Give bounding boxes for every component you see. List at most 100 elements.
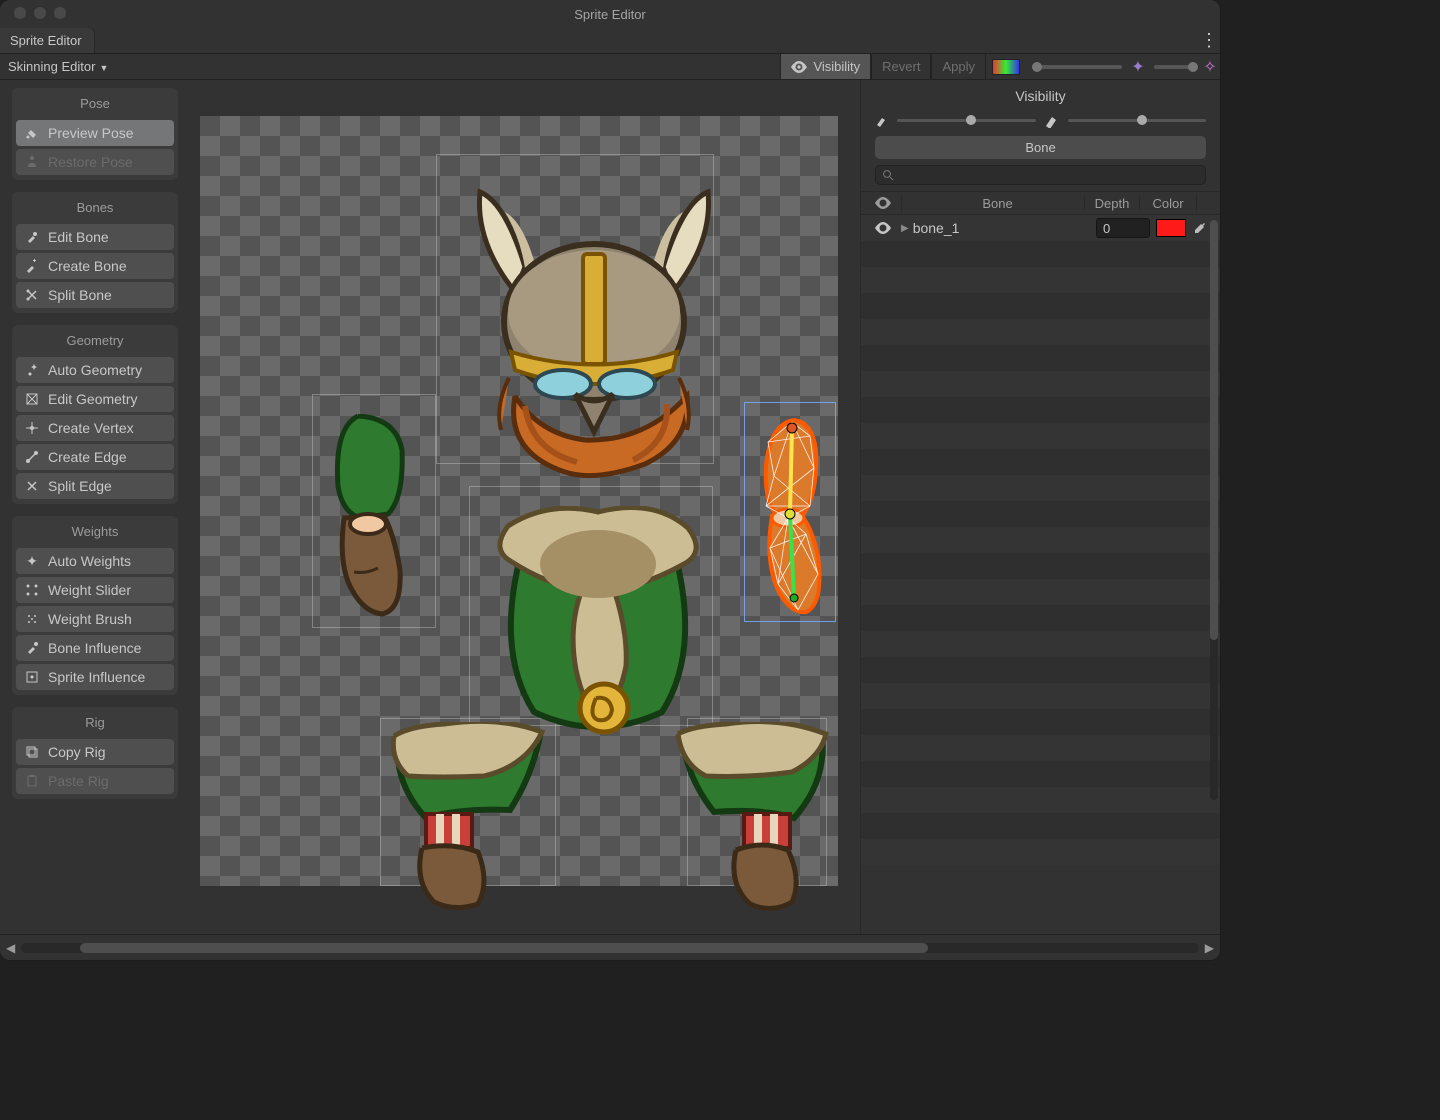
- sprite-torso: [488, 506, 708, 742]
- edit-geometry-button[interactable]: Edit Geometry: [16, 386, 174, 412]
- button-label: Create Edge: [48, 449, 127, 465]
- vertical-scrollbar[interactable]: [1210, 220, 1218, 800]
- paste-icon: [24, 773, 40, 789]
- button-label: Weight Slider: [48, 582, 131, 598]
- mode-dropdown[interactable]: Skinning Editor ▼: [0, 54, 116, 79]
- eyedropper-icon[interactable]: [1192, 221, 1206, 235]
- toolbar: Skinning Editor ▼ Visibility Revert Appl…: [0, 54, 1220, 80]
- copy-rig-button[interactable]: Copy Rig: [16, 739, 174, 765]
- preview-pose-button[interactable]: Preview Pose: [16, 120, 174, 146]
- expand-icon[interactable]: ▶: [901, 223, 909, 234]
- canvas-viewport[interactable]: [188, 80, 860, 934]
- button-label: Edit Bone: [48, 229, 109, 245]
- close-icon[interactable]: [14, 7, 26, 19]
- group-header: Bones: [14, 194, 176, 221]
- sprite-influence-button[interactable]: Sprite Influence: [16, 664, 174, 690]
- bone-toggle-icon[interactable]: ✦: [1128, 57, 1148, 77]
- button-label: Preview Pose: [48, 125, 134, 141]
- pose-icon: [24, 125, 40, 141]
- button-label: Split Edge: [48, 478, 112, 494]
- group-geometry: Geometry Auto Geometry Edit Geometry Cre…: [12, 325, 178, 504]
- edit-bone-button[interactable]: Edit Bone: [16, 224, 174, 250]
- edge-icon: [24, 449, 40, 465]
- group-header: Geometry: [14, 327, 176, 354]
- eye-icon: [791, 61, 807, 73]
- revert-button[interactable]: Revert: [871, 54, 931, 79]
- eye-column-icon[interactable]: [875, 197, 901, 209]
- button-label: Copy Rig: [48, 744, 106, 760]
- copy-icon: [24, 744, 40, 760]
- bone-list: ▶ bone_1: [861, 215, 1220, 934]
- mesh-icon: [24, 391, 40, 407]
- group-rig: Rig Copy Rig Paste Rig: [12, 707, 178, 799]
- titlebar: Sprite Editor: [0, 0, 1220, 28]
- opacity-slider[interactable]: [1032, 65, 1122, 69]
- button-label: Auto Weights: [48, 553, 131, 569]
- wand-icon: [24, 362, 40, 378]
- auto-weights-button[interactable]: ✦ Auto Weights: [16, 548, 174, 574]
- restore-pose-button[interactable]: Restore Pose: [16, 149, 174, 175]
- sparkle-icon: ✦: [24, 553, 40, 569]
- brush-icon: [24, 611, 40, 627]
- scroll-left-icon[interactable]: ◀: [6, 941, 15, 955]
- group-header: Weights: [14, 518, 176, 545]
- color-spectrum-icon[interactable]: [992, 59, 1020, 75]
- split-bone-button[interactable]: Split Bone: [16, 282, 174, 308]
- bone-opacity-slider[interactable]: [1154, 65, 1194, 69]
- sprite-left-leg: [390, 722, 550, 912]
- tab-label: Sprite Editor: [10, 33, 82, 48]
- create-edge-button[interactable]: Create Edge: [16, 444, 174, 470]
- button-label: Weight Brush: [48, 611, 132, 627]
- tab-sprite-editor[interactable]: Sprite Editor: [0, 28, 95, 53]
- bone-influence-button[interactable]: Bone Influence: [16, 635, 174, 661]
- column-color[interactable]: Color: [1140, 196, 1196, 211]
- depth-input[interactable]: [1096, 218, 1150, 238]
- search-input[interactable]: [875, 165, 1206, 185]
- button-label: Restore Pose: [48, 154, 133, 170]
- button-label: Bone Influence: [48, 640, 141, 656]
- button-label: Sprite Influence: [48, 669, 145, 685]
- column-depth[interactable]: Depth: [1084, 196, 1140, 211]
- button-label: Split Bone: [48, 287, 112, 303]
- window-title: Sprite Editor: [574, 7, 646, 22]
- brush-large-icon[interactable]: [1044, 112, 1060, 128]
- panel-title: Visibility: [861, 80, 1220, 112]
- column-bone[interactable]: Bone: [911, 196, 1084, 211]
- sprite-head: [465, 172, 723, 482]
- window-controls: [14, 7, 66, 19]
- row-visibility-icon[interactable]: [875, 222, 901, 234]
- bone-name[interactable]: bone_1: [913, 220, 1096, 236]
- create-vertex-button[interactable]: Create Vertex: [16, 415, 174, 441]
- footer: ◀ ▶: [0, 934, 1220, 960]
- weight-slider-button[interactable]: Weight Slider: [16, 577, 174, 603]
- panel-tab-bone[interactable]: Bone: [875, 136, 1206, 159]
- color-swatch[interactable]: [1156, 219, 1186, 237]
- visibility-panel: Visibility Bone Bone Depth Color: [860, 80, 1220, 934]
- visibility-toggle[interactable]: Visibility: [780, 54, 871, 79]
- group-header: Rig: [14, 709, 176, 736]
- auto-geometry-button[interactable]: Auto Geometry: [16, 357, 174, 383]
- sprite-editor-window: Sprite Editor Sprite Editor ⋮ Skinning E…: [0, 0, 1220, 960]
- split-edge-button[interactable]: Split Edge: [16, 473, 174, 499]
- brush-small-icon[interactable]: [875, 113, 889, 127]
- horizontal-scrollbar[interactable]: [21, 943, 1199, 953]
- tab-options-icon[interactable]: ⋮: [1198, 28, 1220, 53]
- brush-hardness-slider[interactable]: [1068, 119, 1207, 122]
- table-header: Bone Depth Color: [861, 191, 1220, 215]
- search-icon: [882, 169, 894, 181]
- search-field[interactable]: [898, 168, 1199, 182]
- overlay-toggle-icon[interactable]: ✧: [1200, 57, 1220, 77]
- scroll-right-icon[interactable]: ▶: [1205, 941, 1214, 955]
- create-bone-button[interactable]: Create Bone: [16, 253, 174, 279]
- minimize-icon[interactable]: [34, 7, 46, 19]
- paste-rig-button[interactable]: Paste Rig: [16, 768, 174, 794]
- chevron-down-icon: ▼: [99, 63, 108, 73]
- group-weights: Weights ✦ Auto Weights Weight Slider Wei…: [12, 516, 178, 695]
- brush-size-slider[interactable]: [897, 119, 1036, 122]
- button-label: Create Vertex: [48, 420, 134, 436]
- zoom-icon[interactable]: [54, 7, 66, 19]
- apply-button[interactable]: Apply: [931, 54, 986, 79]
- tabbar: Sprite Editor ⋮: [0, 28, 1220, 54]
- table-row[interactable]: ▶ bone_1: [861, 215, 1220, 241]
- weight-brush-button[interactable]: Weight Brush: [16, 606, 174, 632]
